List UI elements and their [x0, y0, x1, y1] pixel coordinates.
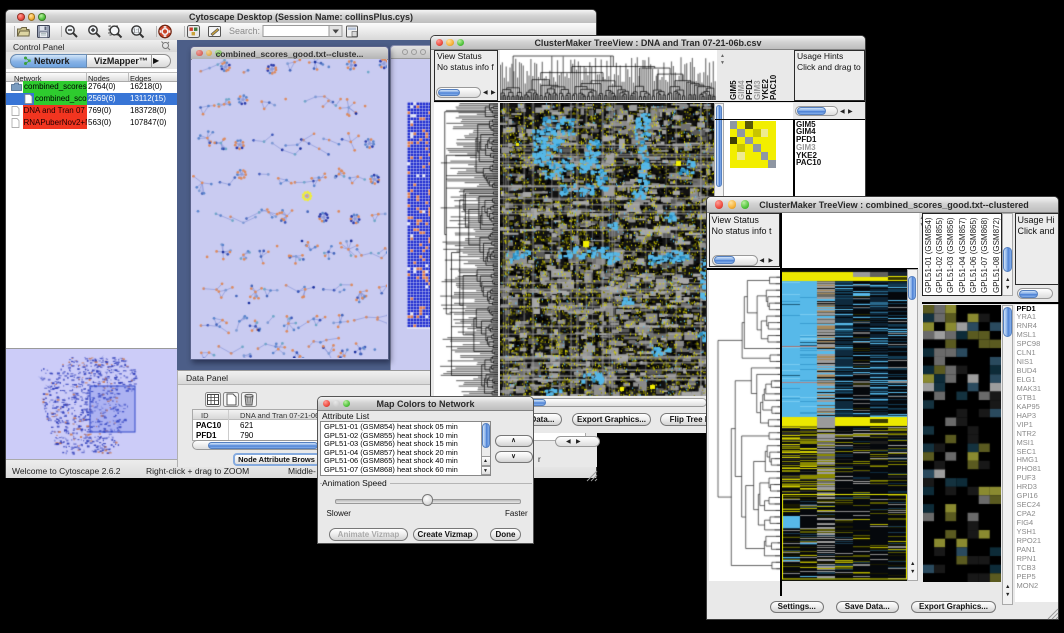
svg-text:Search:: Search: — [229, 26, 260, 36]
svg-text:1:1: 1:1 — [133, 29, 140, 35]
